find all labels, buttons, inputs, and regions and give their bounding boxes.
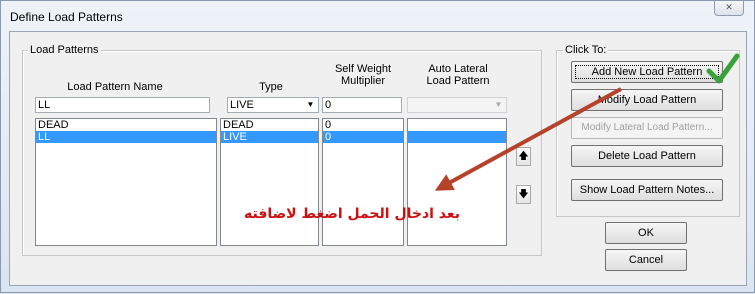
focus-rectangle: [575, 65, 719, 79]
dialog-client-area: Load Patterns Load Pattern Name Type Sel…: [9, 31, 747, 286]
click-to-legend: Click To:: [563, 44, 609, 56]
arrow-down-icon[interactable]: 🡇: [516, 185, 531, 204]
list-item[interactable]: [408, 119, 506, 131]
cancel-button[interactable]: Cancel: [605, 249, 687, 271]
chevron-down-icon[interactable]: ▼: [303, 98, 318, 112]
list-item[interactable]: LIVE: [221, 131, 318, 143]
list-item[interactable]: 0: [323, 119, 403, 131]
list-item[interactable]: DEAD: [221, 119, 318, 131]
header-self-weight-line1: Self Weight: [334, 63, 392, 75]
title-bar: Define Load Patterns ✕: [1, 1, 754, 31]
list-item[interactable]: 0: [323, 131, 403, 143]
header-self-weight: Self Weight Multiplier: [323, 63, 403, 87]
arabic-annotation: بعد ادخال الحمل اضغط لاضافته: [244, 206, 461, 222]
type-list[interactable]: DEAD LIVE: [220, 118, 319, 246]
add-new-load-pattern-button[interactable]: Add New Load Pattern: [571, 61, 723, 83]
auto-lateral-dropdown: ▼: [407, 97, 507, 113]
list-item[interactable]: LL: [36, 131, 216, 143]
list-item[interactable]: DEAD: [36, 119, 216, 131]
load-patterns-group: Load Patterns Load Pattern Name Type Sel…: [22, 44, 542, 256]
modify-load-pattern-button[interactable]: Modify Load Pattern: [571, 89, 723, 111]
ok-button[interactable]: OK: [605, 222, 687, 244]
multiplier-list[interactable]: 0 0: [322, 118, 404, 246]
load-pattern-name-list[interactable]: DEAD LL: [35, 118, 217, 246]
click-to-group: Click To: Add New Load Pattern Modify Lo…: [556, 44, 740, 217]
chevron-down-icon: ▼: [494, 100, 503, 109]
self-weight-multiplier-input[interactable]: 0: [322, 97, 402, 113]
show-load-pattern-notes-button[interactable]: Show Load Pattern Notes...: [571, 179, 723, 201]
load-patterns-legend: Load Patterns: [28, 44, 101, 56]
header-type: Type: [226, 81, 316, 93]
close-icon[interactable]: ✕: [714, 1, 744, 16]
type-dropdown[interactable]: LIVE ▼: [227, 97, 319, 113]
header-load-pattern-name: Load Pattern Name: [67, 81, 163, 93]
define-load-patterns-dialog: Define Load Patterns ✕ Load Patterns Loa…: [0, 0, 755, 293]
header-auto-lateral-line1: Auto Lateral: [428, 63, 488, 75]
delete-load-pattern-button[interactable]: Delete Load Pattern: [571, 145, 723, 167]
type-dropdown-value: LIVE: [230, 99, 254, 111]
modify-lateral-load-pattern-button: Modify Lateral Load Pattern...: [571, 117, 723, 139]
arrow-up-icon[interactable]: 🡅: [516, 147, 531, 166]
header-self-weight-line2: Multiplier: [340, 75, 385, 87]
load-pattern-name-input[interactable]: LL: [35, 97, 210, 113]
list-item[interactable]: [408, 131, 506, 143]
header-auto-lateral: Auto Lateral Load Pattern: [408, 63, 508, 87]
header-auto-lateral-line2: Load Pattern: [426, 75, 490, 87]
dialog-title: Define Load Patterns: [10, 10, 123, 24]
auto-lateral-list[interactable]: [407, 118, 507, 246]
header-type-label: Type: [259, 81, 283, 93]
